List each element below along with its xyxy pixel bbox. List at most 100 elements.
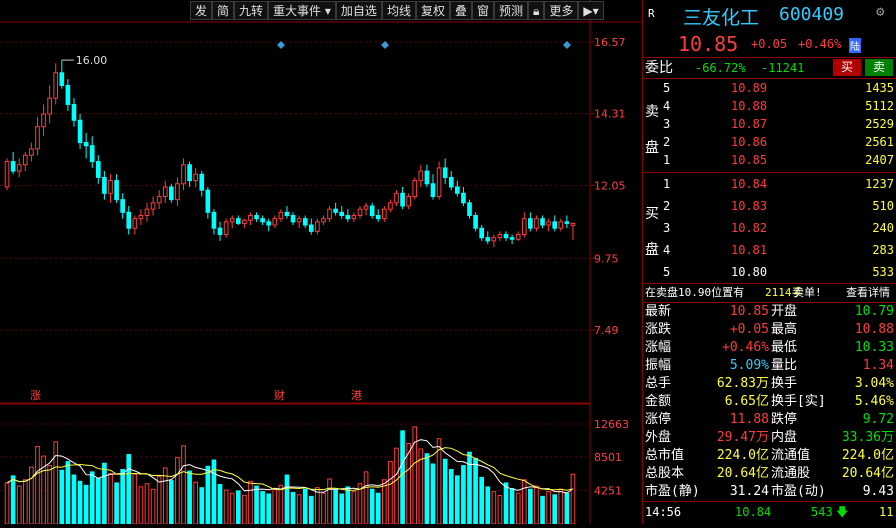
candle-body — [22, 154, 28, 166]
toolbar-more-button[interactable]: 更多 — [544, 1, 579, 20]
volume-bar — [150, 488, 156, 525]
stats-row: 外盘 29.47万 内盘 33.36万 — [643, 429, 896, 447]
volume-bar — [394, 447, 399, 525]
toolbar-jiuzhuan-button[interactable]: 九转 — [234, 1, 269, 20]
gear-icon[interactable]: ⚙ — [876, 4, 884, 20]
sell-button[interactable]: 卖 — [865, 59, 893, 76]
level-number: 1 — [663, 153, 671, 167]
toolbar-events-dropdown[interactable]: 重大事件 ▾ — [268, 1, 336, 20]
webi-row: 委比 -66.72% -11241 买 卖 — [643, 58, 896, 78]
toolbar-lock-button[interactable]: 🔒︎ — [528, 1, 545, 20]
toolbar-play-button[interactable]: ▶▾ — [578, 1, 604, 20]
stat-label: 开盘 — [771, 304, 798, 319]
play-icon: ▶ — [583, 4, 593, 18]
volume-bar — [455, 475, 460, 525]
toolbar-fa-button[interactable]: 发 — [190, 1, 213, 20]
toolbar-add-watchlist-button[interactable]: 加自选 — [335, 1, 382, 20]
level-volume: 2407 — [865, 153, 894, 167]
level-number: 3 — [663, 221, 671, 235]
volume-bar — [497, 495, 503, 525]
buy-button[interactable]: 买 — [833, 59, 861, 76]
candle-body — [412, 180, 418, 197]
orderbook-level-row[interactable]: 5 10.80 533 — [643, 263, 896, 281]
orderbook-level-row[interactable]: 4 10.88 5112 — [643, 97, 896, 115]
candle-body — [175, 183, 180, 201]
stat-value: 11.88 — [729, 412, 769, 427]
kline-svg[interactable]: 16.57 14.31 12.05 9.75 7.49 12663 8501 4251 16.0… — [0, 0, 642, 525]
candle-body — [29, 148, 34, 156]
orderbook-level-row[interactable]: 4 10.81 283 — [643, 241, 896, 259]
candle-body — [102, 176, 107, 194]
orderbook-level-row[interactable]: 2 10.86 2561 — [643, 133, 896, 151]
orderbook-level-row[interactable]: 5 10.89 1435 — [643, 79, 896, 97]
stat-value: 224.0亿 — [841, 448, 894, 463]
orderbook-level-row[interactable]: 2 10.83 510 — [643, 197, 896, 215]
stat-value: 224.0亿 — [716, 448, 769, 463]
level-number: 1 — [663, 177, 671, 191]
kline-chart-area[interactable]: 16.57 14.31 12.05 9.75 7.49 12663 8501 4251 16.0… — [0, 0, 642, 525]
candle-body — [442, 167, 448, 178]
candle-body — [406, 195, 411, 207]
volume-bar — [284, 474, 290, 525]
orderbook-level-row[interactable]: 3 10.82 240 — [643, 219, 896, 237]
stat-label: 最低 — [771, 340, 798, 355]
candle-body — [509, 237, 515, 240]
toolbar-forecast-button[interactable]: 预测 — [494, 1, 529, 20]
volume-bar — [442, 458, 448, 525]
tick-time: 14:56 — [645, 505, 682, 519]
candle-body — [254, 214, 259, 220]
volume-bar — [302, 488, 308, 525]
candle-body — [162, 186, 168, 197]
orderbook-level-row[interactable]: 1 10.84 1237 — [643, 175, 896, 193]
toolbar-jian-button[interactable]: 简 — [212, 1, 235, 20]
volume-bar — [467, 451, 472, 525]
stat-value: 5.46% — [854, 394, 894, 409]
stat-value: 29.47万 — [716, 430, 769, 445]
stock-code: 600409 — [779, 4, 845, 25]
stat-label: 外盘 — [645, 430, 672, 445]
toolbar-window-button[interactable]: 窗 — [471, 1, 494, 20]
toolbar-adjust-button[interactable]: 复权 — [415, 1, 450, 20]
exchange-badge: 陆 — [849, 38, 861, 53]
stat-value: 1.34 — [862, 358, 894, 373]
price-axis-label: 7.49 — [594, 324, 619, 337]
candle-body — [400, 192, 405, 207]
orderbook-level-row[interactable]: 3 10.87 2529 — [643, 115, 896, 133]
candle-body — [248, 214, 253, 221]
stat-label: 最高 — [771, 322, 798, 337]
orderbook-level-row[interactable]: 1 10.85 2407 — [643, 151, 896, 169]
volume-bar — [181, 445, 186, 525]
candle-body — [229, 218, 235, 223]
stat-value: 33.36万 — [841, 430, 894, 445]
stats-row: 总市值 224.0亿 流通值 224.0亿 — [643, 447, 896, 465]
candle-body — [10, 161, 16, 172]
toolbar-ma-button[interactable]: 均线 — [381, 1, 416, 20]
candle-body — [418, 170, 424, 182]
volume-bar — [35, 446, 40, 525]
candle-body — [47, 97, 52, 115]
volume-bar — [217, 484, 223, 525]
stats-row: 涨幅 +0.46% 最低 10.33 — [643, 339, 896, 357]
volume-bar — [351, 491, 357, 525]
candle-body — [515, 234, 521, 240]
stat-label: 换手[实] — [771, 394, 826, 409]
candle-body — [126, 211, 132, 229]
candle-body — [485, 237, 491, 242]
volume-bar — [552, 494, 558, 525]
stat-value: 31.24 — [729, 484, 769, 499]
candle-body — [521, 218, 527, 236]
volume-bar — [540, 495, 545, 525]
stock-name: 三友化工 — [683, 7, 760, 29]
volume-bar — [388, 461, 393, 525]
candle-body — [272, 218, 278, 226]
volume-bar — [521, 479, 527, 525]
stat-label: 振幅 — [645, 358, 672, 373]
volume-bar — [363, 471, 369, 525]
candle-body — [302, 218, 308, 226]
view-detail-link[interactable]: 查看详情 — [846, 284, 890, 302]
volume-bar — [175, 457, 180, 525]
toolbar-overlay-button[interactable]: 叠 — [449, 1, 472, 20]
candle-body — [108, 180, 113, 194]
stats-row: 总股本 20.64亿 流通股 20.64亿 — [643, 465, 896, 483]
candle-body — [41, 113, 46, 128]
